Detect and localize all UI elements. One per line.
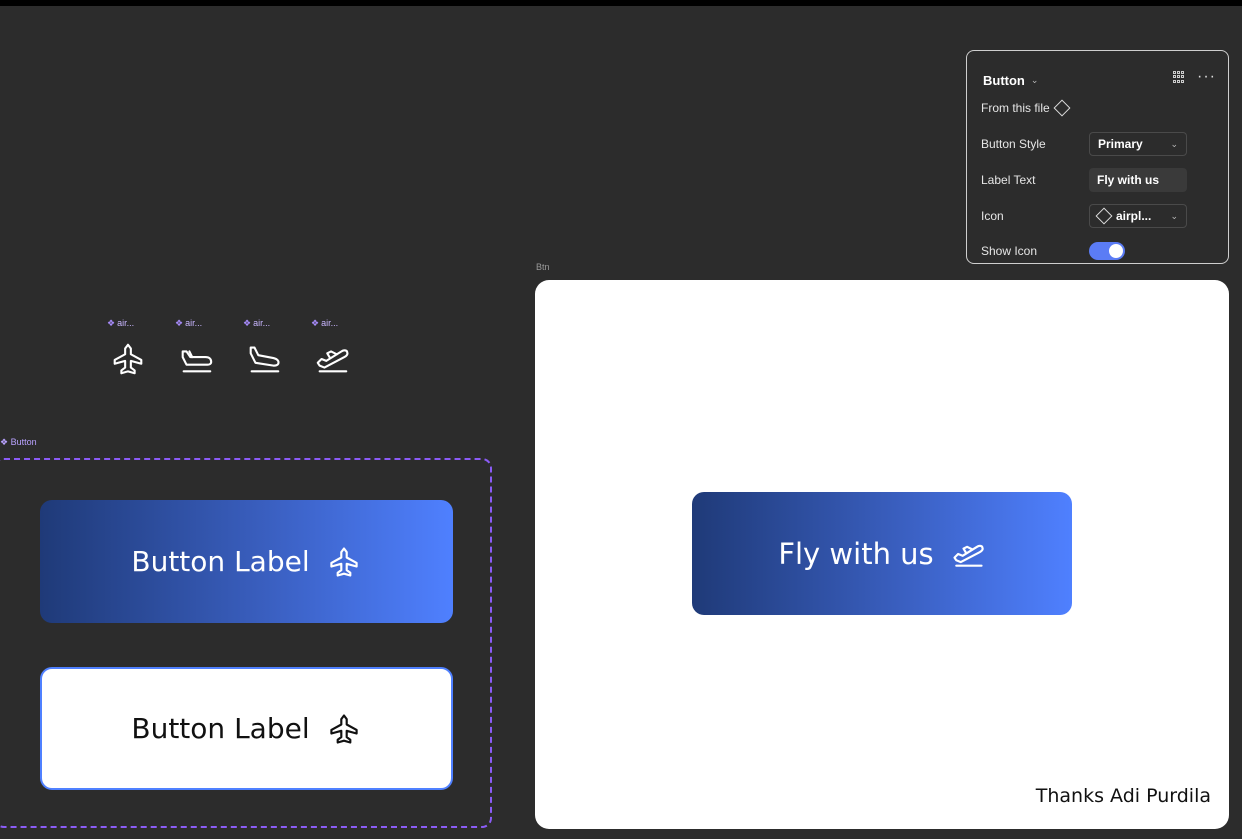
icon-component-airplane-landed[interactable]: ❖ air...: [171, 318, 231, 382]
icon-component-airplane-takeoff[interactable]: ❖ air...: [307, 318, 367, 382]
select-value: airpl...: [1116, 209, 1152, 223]
secondary-button-variant[interactable]: Button Label: [40, 667, 453, 790]
prop-label: Show Icon: [981, 244, 1038, 258]
airplane-landed-icon: [181, 350, 213, 373]
icon-component-tag: ❖ air...: [107, 318, 134, 329]
icon-component-tag: ❖ air...: [311, 318, 338, 329]
more-options-icon[interactable]: ···: [1197, 69, 1216, 85]
prop-label: Icon: [981, 209, 1004, 223]
component-outline-icon: [1053, 99, 1071, 117]
prop-icon: Icon airpl... ⌄: [981, 203, 1216, 229]
top-bar: [0, 0, 1242, 6]
input-value: Fly with us: [1097, 173, 1160, 187]
icon-component-name: air...: [185, 318, 203, 328]
icon-component-tag: ❖ air...: [243, 318, 270, 329]
panel-title[interactable]: Button ⌄: [983, 73, 1038, 88]
btn-frame[interactable]: Fly with us Thanks Adi Purdila: [535, 280, 1229, 829]
select-value: Primary: [1098, 137, 1143, 151]
instance-grid-icon[interactable]: [1173, 71, 1185, 83]
icon-component-name: air...: [253, 318, 271, 328]
component-icon: ❖: [107, 318, 116, 328]
from-file-label: From this file: [981, 101, 1050, 115]
icon-component-airplane-landing[interactable]: ❖ air...: [239, 318, 299, 382]
button-label: Button Label: [131, 545, 310, 578]
button-style-select[interactable]: Primary ⌄: [1089, 132, 1187, 156]
component-icon: ❖: [175, 318, 184, 328]
prop-button-style: Button Style Primary ⌄: [981, 131, 1216, 157]
chevron-down-icon: ⌄: [1170, 138, 1178, 149]
airplane-takeoff-icon: [953, 544, 984, 567]
icon-components: ❖ air... ❖ air... ❖ air... ❖ air...: [103, 318, 363, 388]
icon-component-name: air...: [321, 318, 339, 328]
chevron-down-icon: ⌄: [1030, 75, 1039, 85]
component-set-name: Button: [10, 437, 37, 447]
component-set-tag: ❖ Button: [0, 437, 37, 448]
component-name: Button: [983, 73, 1025, 88]
component-properties-panel: Button ⌄ ··· From this file Button Style…: [966, 50, 1229, 264]
button-label: Fly with us: [778, 536, 934, 571]
airplane-icon: [329, 546, 358, 577]
primary-button-variant[interactable]: Button Label: [40, 500, 453, 623]
fly-with-us-button[interactable]: Fly with us: [692, 492, 1072, 615]
chevron-down-icon: ⌄: [1170, 210, 1178, 221]
component-icon: ❖: [243, 318, 252, 328]
prop-label: Label Text: [981, 173, 1036, 187]
airplane-icon: [113, 343, 143, 375]
prop-label-text: Label Text Fly with us: [981, 167, 1216, 193]
airplane-icon: [329, 713, 358, 744]
icon-component-name: air...: [117, 318, 135, 328]
from-this-file[interactable]: From this file: [981, 99, 1071, 117]
component-set-frame[interactable]: Button Label Button Label: [0, 458, 492, 828]
icon-component-airplane[interactable]: ❖ air...: [103, 318, 163, 382]
icon-value: airpl...: [1095, 207, 1152, 225]
show-icon-toggle[interactable]: [1089, 242, 1125, 260]
label-text-input[interactable]: Fly with us: [1089, 168, 1187, 192]
credit-text: Thanks Adi Purdila: [1035, 785, 1211, 807]
icon-component-tag: ❖ air...: [175, 318, 202, 329]
component-icon: ❖: [311, 318, 320, 328]
airplane-takeoff-icon: [316, 349, 349, 373]
frame-tag: Btn: [536, 262, 550, 272]
airplane-landing-icon: [249, 346, 280, 373]
icon-select[interactable]: airpl... ⌄: [1089, 204, 1187, 228]
prop-label: Button Style: [981, 137, 1046, 151]
component-icon: ❖: [0, 437, 11, 447]
panel-actions: ···: [1173, 69, 1216, 85]
button-label: Button Label: [131, 712, 310, 745]
prop-show-icon: Show Icon: [981, 238, 1216, 264]
component-outline-icon: [1095, 207, 1113, 225]
